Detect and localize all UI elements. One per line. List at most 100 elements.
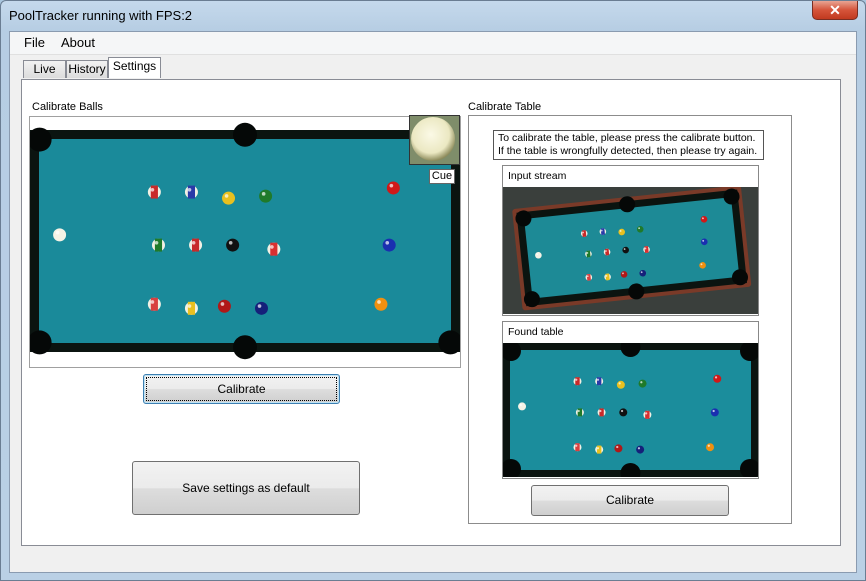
ball-highlight-3: [596, 378, 600, 381]
ball-highlight-5: [640, 381, 643, 384]
instructions-box: To calibrate the table, please press the…: [493, 130, 764, 160]
cue-ball-preview: [409, 115, 460, 165]
cue-ball: [518, 402, 527, 411]
ball-4: [616, 380, 625, 389]
settings-panel: Calibrate Balls Cue Calibrate Save setti…: [21, 79, 841, 546]
calibrate-balls-title: Calibrate Balls: [32, 101, 103, 113]
ball-stripe-7: [577, 408, 583, 417]
menu-file[interactable]: File: [24, 35, 45, 50]
ball-stripe-3: [187, 185, 196, 199]
ball-14: [614, 444, 623, 453]
ball-highlight-2: [575, 378, 578, 381]
ball-highlight-14: [220, 302, 225, 306]
ball-highlight-9: [228, 240, 233, 245]
ball-stripe-3: [596, 377, 602, 386]
calibrate-table-button[interactable]: Calibrate: [531, 485, 729, 516]
table-group: [503, 343, 758, 477]
found-table-label: Found table: [508, 326, 564, 338]
ball-stripe-2: [582, 230, 587, 238]
input-stream-panel: Input stream: [502, 165, 759, 316]
calibrate-balls-button[interactable]: Calibrate: [143, 374, 340, 404]
found-table-panel: Found table: [502, 321, 759, 479]
cue-ball: [53, 228, 67, 242]
ball-stripe-2: [150, 185, 158, 199]
ball-stripe-3: [600, 228, 605, 236]
ball-highlight-3: [187, 187, 192, 192]
ball-9: [619, 408, 628, 417]
tab-settings[interactable]: Settings: [108, 57, 161, 78]
menu-about[interactable]: About: [61, 35, 95, 50]
ball-6: [713, 374, 722, 383]
ball-camera-view: [29, 116, 461, 368]
calibrate-table-button-label: Calibrate: [605, 493, 655, 507]
ball-highlight-6: [389, 183, 394, 188]
ball-stripe-10: [645, 410, 650, 419]
ball-highlight-16: [707, 444, 710, 447]
ball-highlight-10: [270, 245, 274, 249]
tab-live[interactable]: Live: [23, 60, 66, 78]
ball-highlight-8: [191, 240, 196, 245]
menu-bar: File About: [10, 32, 856, 55]
ball-highlight-16: [377, 300, 381, 304]
ball-highlight-8: [599, 409, 602, 413]
ball-stripe-12: [586, 273, 591, 281]
ball-highlight-13: [596, 447, 600, 450]
ball-stripe-8: [599, 408, 604, 417]
ball-stripe-12: [575, 443, 580, 452]
ball-highlight-12: [150, 300, 155, 304]
tab-history[interactable]: History: [66, 60, 108, 78]
ball-stripe-10: [270, 242, 278, 256]
focus-rectangle: [146, 377, 337, 401]
pocket-2: [233, 122, 257, 147]
ball-highlight-7: [577, 409, 580, 413]
ball-11: [382, 238, 396, 252]
close-icon: ✕: [829, 2, 841, 18]
ball-15: [636, 445, 645, 454]
title-bar[interactable]: PoolTracker running with FPS:2 ✕: [1, 1, 865, 31]
app-window: PoolTracker running with FPS:2 ✕ File Ab…: [0, 0, 866, 581]
ball-highlight-10: [645, 412, 648, 415]
ball-15: [254, 301, 268, 315]
ball-highlight-11: [385, 240, 390, 245]
found-table-image: [503, 343, 758, 477]
ball-highlight-4: [618, 382, 621, 385]
ball-highlight-15: [257, 304, 262, 308]
input-stream-label: Input stream: [508, 170, 567, 182]
ball-stripe-8: [604, 248, 610, 256]
ball-14: [217, 299, 231, 313]
ball-highlight-12: [575, 444, 578, 447]
window-title: PoolTracker running with FPS:2: [9, 8, 193, 23]
ball-stripe-7: [154, 238, 163, 252]
ball-stripe-13: [187, 301, 196, 315]
ball-highlight-15: [637, 447, 641, 450]
ball-16: [374, 297, 388, 311]
ball-stripe-8: [191, 238, 200, 252]
calibrate-table-title: Calibrate Table: [468, 101, 542, 113]
ball-stripe-13: [605, 273, 610, 281]
ball-highlight-2: [150, 187, 155, 192]
ball-5: [259, 189, 273, 203]
calibrate-table-group: To calibrate the table, please press the…: [468, 115, 792, 524]
close-button[interactable]: ✕: [812, 1, 858, 20]
ball-highlight-11: [712, 409, 715, 413]
ball-6: [386, 181, 400, 195]
ball-highlight-6: [714, 376, 718, 379]
instructions-line-2: If the table is wrongfully detected, the…: [498, 145, 758, 157]
ball-5: [638, 379, 647, 388]
ball-9: [226, 238, 240, 252]
ball-stripe-12: [150, 297, 158, 311]
ball-highlight-1: [519, 403, 522, 407]
ball-highlight-5: [261, 192, 266, 196]
ball-stripe-13: [596, 445, 602, 454]
ball-stripe-7: [586, 250, 591, 258]
pocket-5: [233, 335, 257, 360]
ball-stripe-2: [575, 377, 580, 386]
pool-table-image: [30, 117, 460, 367]
cue-ball-image: [410, 116, 459, 164]
ball-highlight-7: [154, 240, 159, 245]
ball-16: [706, 443, 715, 452]
input-stream-image: [503, 187, 758, 314]
ball-stripe-10: [644, 246, 649, 253]
save-settings-button[interactable]: Save settings as default: [132, 461, 360, 515]
cue-label: Cue: [429, 169, 455, 184]
